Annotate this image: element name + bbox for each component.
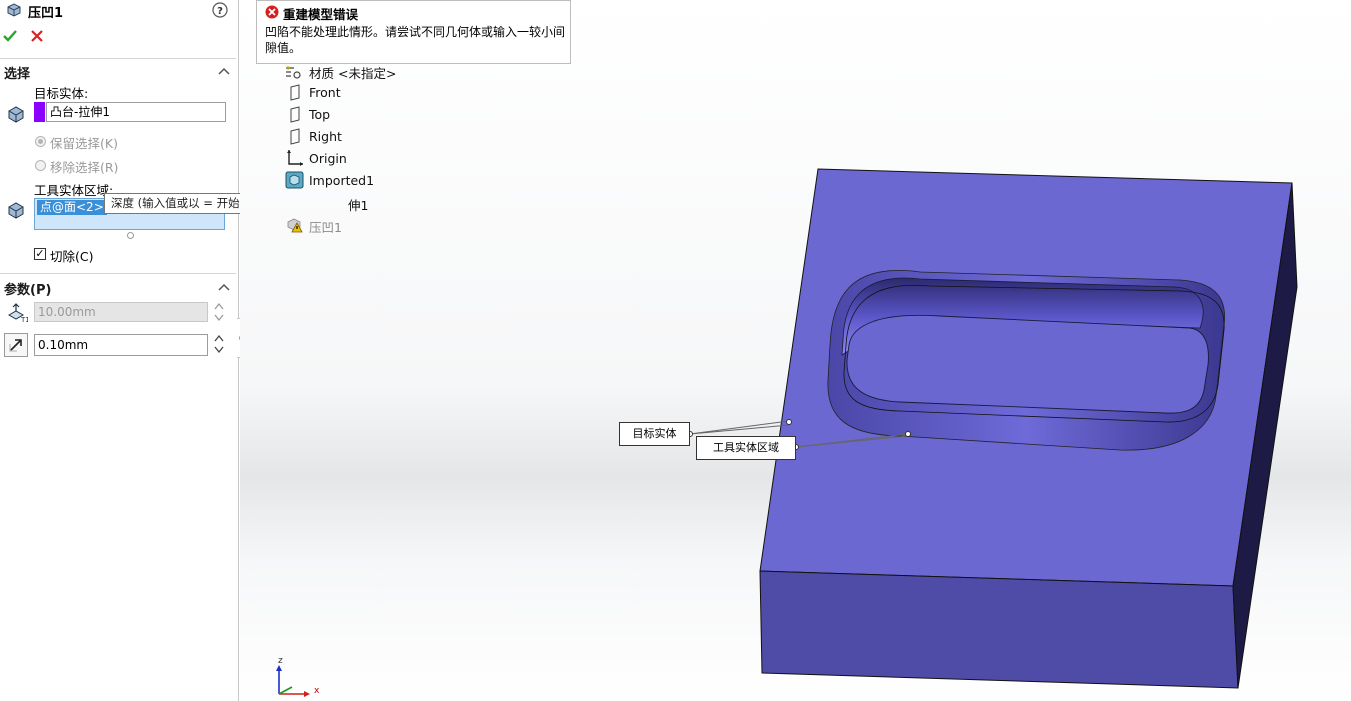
tree-item-top[interactable]: Top: [309, 107, 330, 122]
tool-body-item[interactable]: 点@面<2>: [37, 200, 107, 215]
plane-icon[interactable]: [287, 84, 303, 102]
divider: [0, 273, 236, 274]
tree-item-indent1[interactable]: 压凹1: [309, 217, 342, 236]
remove-selection-label: 移除选择(R): [50, 160, 119, 175]
target-body-icon: [8, 106, 24, 123]
thickness-field[interactable]: 10.00mm: [34, 302, 208, 322]
error-icon: [265, 5, 279, 19]
thickness-spinner[interactable]: [212, 301, 226, 323]
tree-item-material[interactable]: 材质 <未指定>: [309, 63, 396, 82]
triad-x-label: x: [314, 686, 320, 696]
clearance-arrow-icon: [9, 339, 22, 352]
indent-recess[interactable]: [827, 270, 1226, 451]
checkmark-icon[interactable]: [2, 28, 18, 44]
plane-icon[interactable]: [287, 106, 303, 124]
tree-item-extrude[interactable]: 伸1: [348, 195, 368, 214]
rebuild-error-balloon: 重建模型错误 凹陷不能处理此情形。请尝试不同几何体或输入一较小间隙值。: [256, 0, 571, 64]
property-manager: 压凹1 ? 选择 目标实体: 凸台-拉伸1 保留选择(K) 移除选择(R) 工具…: [0, 0, 332, 701]
error-message: 凹陷不能处理此情形。请尝试不同几何体或输入一较小间隙值。: [265, 25, 566, 55]
model-canvas: [240, 0, 1351, 701]
selection-section-header[interactable]: 选择: [4, 63, 30, 82]
imported-body-icon[interactable]: [285, 171, 305, 189]
thickness-icon: T1: [7, 303, 28, 323]
clearance-spinner[interactable]: [212, 333, 226, 355]
parameters-section-header[interactable]: 参数(P): [4, 279, 51, 298]
clearance-field[interactable]: 0.10mm: [34, 334, 208, 356]
help-icon[interactable]: ?: [212, 2, 228, 18]
divider: [0, 58, 236, 59]
tree-item-right[interactable]: Right: [309, 129, 342, 144]
cut-label: 切除(C): [50, 249, 94, 264]
tree-item-origin[interactable]: Origin: [309, 151, 347, 166]
keep-selection-label: 保留选择(K): [50, 136, 118, 151]
chevron-up-icon[interactable]: [218, 282, 230, 292]
origin-icon[interactable]: [285, 149, 305, 167]
close-icon[interactable]: [30, 29, 44, 43]
tool-body-label: 工具实体区域:: [34, 183, 114, 198]
error-title: 重建模型错误: [283, 7, 359, 22]
clearance-toggle-button[interactable]: [4, 333, 28, 357]
cut-checkbox[interactable]: ✓: [34, 248, 46, 260]
indent-feature-icon: [7, 3, 21, 17]
warning-indent-icon[interactable]: [285, 215, 305, 233]
graphics-viewport[interactable]: z x 目标实体 工具实体区域: [240, 0, 1351, 701]
svg-text:T1: T1: [20, 316, 28, 323]
chevron-up-icon[interactable]: [218, 66, 230, 76]
target-body-field[interactable]: 凸台-拉伸1: [46, 102, 226, 122]
tree-item-imported1[interactable]: Imported1: [309, 173, 374, 188]
feature-title: 压凹1: [28, 6, 64, 21]
remove-selection-radio[interactable]: [35, 160, 46, 171]
tool-body-icon: [8, 202, 24, 219]
tree-item-front[interactable]: Front: [309, 85, 341, 100]
tool-body-callout[interactable]: 工具实体区域: [696, 436, 796, 460]
plane-icon[interactable]: [287, 128, 303, 146]
target-color-swatch: [34, 102, 45, 122]
resize-handle[interactable]: [127, 232, 134, 239]
target-body-label: 目标实体:: [34, 86, 89, 101]
svg-text:?: ?: [217, 6, 223, 17]
material-icon[interactable]: [284, 64, 304, 80]
triad-z-label: z: [278, 656, 283, 666]
keep-selection-radio[interactable]: [35, 136, 46, 147]
target-body-callout[interactable]: 目标实体: [619, 422, 690, 446]
